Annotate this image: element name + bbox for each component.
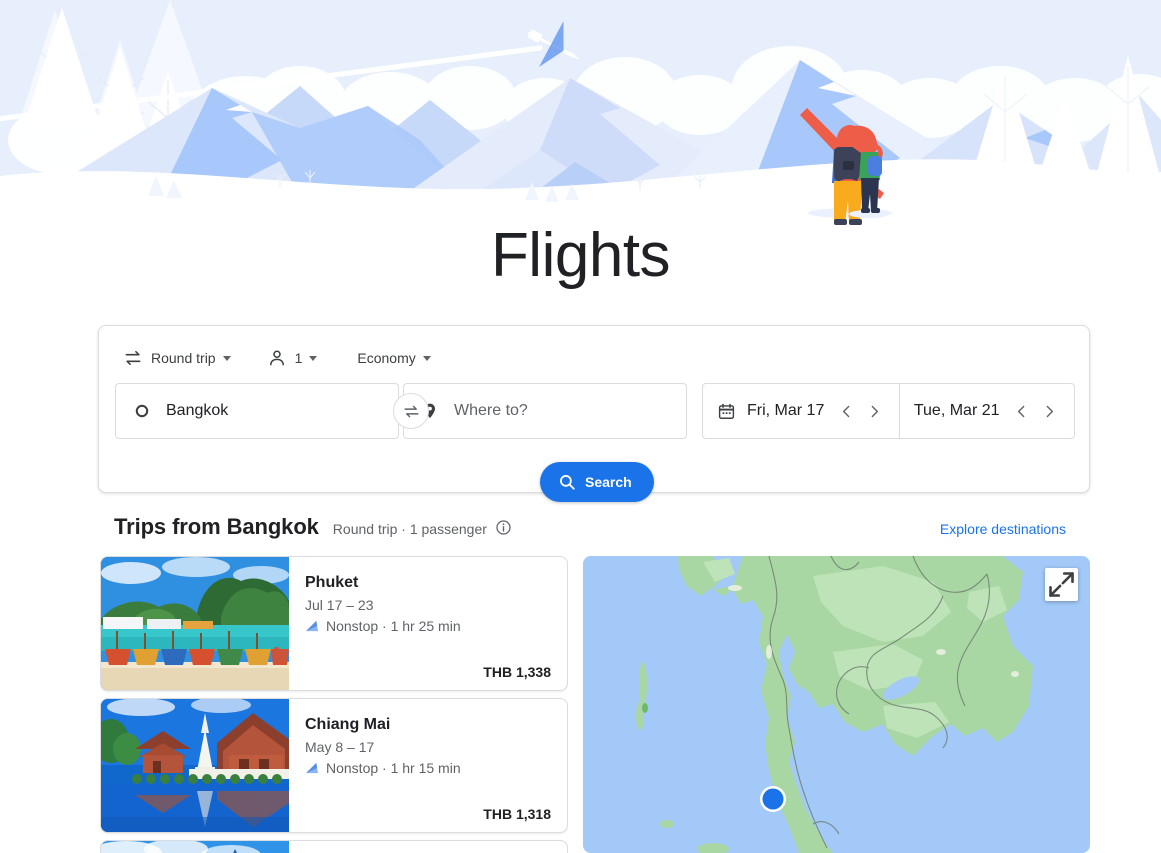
info-icon[interactable]	[495, 519, 512, 536]
trips-header: Trips from Bangkok Round trip · 1 passen…	[114, 514, 512, 540]
chevron-right-icon	[871, 405, 878, 417]
chevron-left-icon	[842, 405, 850, 417]
map-marker	[760, 786, 786, 812]
destination-name: Chiang Mai	[305, 716, 391, 733]
departure-date-value: Fri, Mar 17	[747, 402, 825, 419]
cabin-class-label: Economy	[357, 350, 416, 366]
return-prev-day-button[interactable]	[1008, 397, 1036, 425]
swap-horizontal-icon	[123, 348, 143, 368]
destination-placeholder: Where to?	[454, 402, 528, 419]
cabin-class-selector[interactable]: Economy	[349, 340, 438, 376]
search-button-label: Search	[585, 474, 632, 490]
trip-card[interactable]: Phuket Jul 17 – 23 Nonstop · 1 hr 25 min…	[100, 556, 568, 691]
trip-type-selector[interactable]: Round trip	[115, 340, 239, 376]
calendar-icon	[717, 402, 736, 421]
flight-wedge-icon	[305, 620, 319, 632]
destination-price: THB 1,338	[483, 664, 551, 680]
trip-card-body: Phuket Jul 17 – 23 Nonstop · 1 hr 25 min…	[289, 557, 567, 690]
chevron-down-icon	[309, 355, 318, 361]
expand-map-icon	[1049, 572, 1074, 597]
departure-date-field[interactable]: Fri, Mar 17	[703, 384, 899, 438]
trip-card[interactable]: Chiang Mai May 8 – 17 Nonstop · 1 hr 15 …	[100, 698, 568, 833]
destination-dates: Jul 17 – 23	[305, 597, 374, 613]
page-title: Flights	[490, 221, 671, 290]
places-group: Bangkok Where to?	[115, 383, 687, 439]
swap-places-button[interactable]	[393, 393, 429, 429]
destination-price: THB 1,318	[483, 806, 551, 822]
destination-thumbnail	[101, 557, 289, 690]
destination-name: Phuket	[305, 574, 359, 591]
return-date-value: Tue, Mar 21	[913, 402, 1000, 419]
chevron-down-icon	[222, 355, 231, 361]
circle-origin-icon	[130, 403, 154, 419]
destination-stops-text: Nonstop · 1 hr 25 min	[326, 618, 461, 634]
trip-card-body	[289, 841, 567, 853]
chevron-down-icon	[422, 355, 431, 361]
chevron-left-icon	[1017, 405, 1025, 417]
destination-stops-text: Nonstop · 1 hr 15 min	[326, 760, 461, 776]
origin-value: Bangkok	[166, 402, 229, 419]
destination-thumbnail	[101, 699, 289, 832]
trip-card-body: Chiang Mai May 8 – 17 Nonstop · 1 hr 15 …	[289, 699, 567, 832]
destination-stops-row: Nonstop · 1 hr 15 min	[305, 759, 551, 777]
destination-dates: May 8 – 17	[305, 739, 375, 755]
departure-next-day-button[interactable]	[860, 397, 888, 425]
departure-prev-day-button[interactable]	[832, 397, 860, 425]
flight-search-form: Round trip 1 Economy Bangkok Where to? F…	[98, 325, 1090, 502]
trips-subtitle: Round trip · 1 passenger	[332, 521, 487, 537]
chevron-right-icon	[1046, 405, 1054, 417]
trip-cards-list: Phuket Jul 17 – 23 Nonstop · 1 hr 25 min…	[100, 556, 568, 853]
passenger-selector[interactable]: 1	[259, 340, 326, 376]
swap-places-icon	[403, 405, 419, 417]
expand-map-button[interactable]	[1045, 568, 1078, 601]
return-next-day-button[interactable]	[1036, 397, 1064, 425]
destinations-map[interactable]	[583, 556, 1090, 853]
return-date-field[interactable]: Tue, Mar 21	[898, 384, 1074, 438]
trips-title: Trips from Bangkok	[114, 514, 319, 539]
origin-input[interactable]: Bangkok	[115, 383, 399, 439]
google-flights-page: Flights Round trip 1 Economy Bangkok Whe…	[0, 0, 1161, 853]
hero-illustration	[0, 0, 1161, 230]
return-date-nav	[1008, 397, 1064, 425]
person-icon	[267, 348, 287, 368]
destination-stops-row: Nonstop · 1 hr 25 min	[305, 617, 551, 635]
trip-card[interactable]	[100, 840, 568, 853]
passenger-count-label: 1	[294, 350, 303, 366]
destination-thumbnail	[101, 841, 289, 853]
search-button[interactable]: Search	[540, 462, 654, 502]
explore-destinations-link[interactable]: Explore destinations	[940, 521, 1066, 537]
search-fields-row: Bangkok Where to? Fri, Mar 17 Tue, Mar 2…	[115, 383, 1075, 439]
trip-type-label: Round trip	[151, 350, 216, 366]
date-range-field: Fri, Mar 17 Tue, Mar 21	[702, 383, 1075, 439]
search-options-row: Round trip 1 Economy	[115, 338, 439, 378]
destination-input[interactable]: Where to?	[403, 383, 687, 439]
departure-date-nav	[832, 397, 888, 425]
search-icon	[558, 473, 576, 491]
flight-wedge-icon	[305, 762, 319, 774]
